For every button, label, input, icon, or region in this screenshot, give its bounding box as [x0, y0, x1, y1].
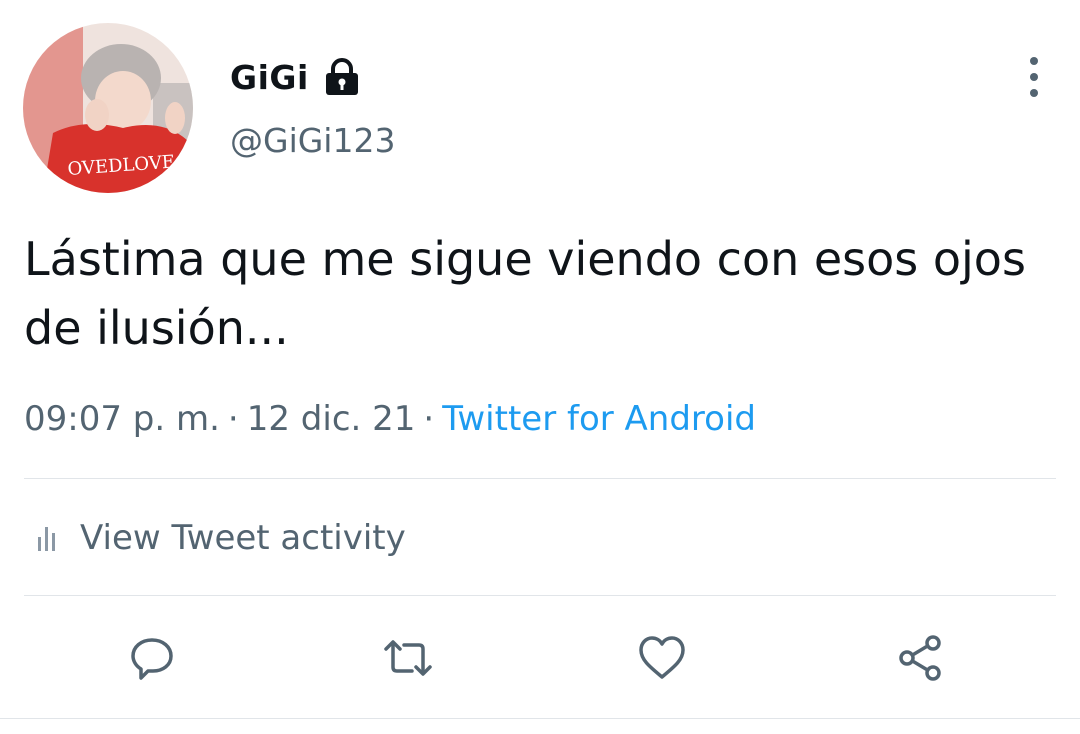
- tweet-time[interactable]: 09:07 p. m.: [24, 399, 220, 439]
- retweet-button[interactable]: [380, 630, 436, 686]
- view-tweet-activity-label: View Tweet activity: [80, 518, 406, 558]
- tweet-text: Lástima que me sigue viendo con esos ojo…: [24, 232, 1026, 355]
- reply-button[interactable]: [124, 630, 180, 686]
- reply-icon: [127, 633, 177, 683]
- author-name-row: GiGi: [230, 52, 361, 102]
- heart-icon: [636, 633, 688, 683]
- tweet-detail: OVEDLOVE GiGi @GiGi123 Lástima que me si…: [0, 0, 1080, 734]
- meta-separator: ·: [227, 399, 239, 439]
- share-icon: [894, 632, 946, 684]
- divider: [0, 718, 1080, 719]
- bar-chart-icon: [30, 521, 62, 555]
- more-options-button[interactable]: [1012, 52, 1056, 102]
- view-tweet-activity-button[interactable]: View Tweet activity: [30, 510, 406, 566]
- dot-icon: [1030, 89, 1038, 97]
- dot-icon: [1030, 57, 1038, 65]
- retweet-icon: [380, 633, 436, 683]
- divider: [24, 595, 1056, 596]
- meta-separator: ·: [423, 399, 435, 439]
- dot-icon: [1030, 73, 1038, 81]
- avatar-image: OVEDLOVE: [23, 23, 193, 193]
- share-button[interactable]: [892, 630, 948, 686]
- tweet-date[interactable]: 12 dic. 21: [247, 399, 416, 439]
- display-name[interactable]: GiGi: [230, 58, 309, 97]
- author-handle[interactable]: @GiGi123: [230, 121, 395, 160]
- tweet-source-link[interactable]: Twitter for Android: [442, 399, 756, 439]
- tweet-meta: 09:07 p. m. · 12 dic. 21 · Twitter for A…: [24, 393, 756, 445]
- like-button[interactable]: [634, 630, 690, 686]
- lock-icon: [323, 57, 361, 97]
- avatar[interactable]: OVEDLOVE: [23, 23, 193, 193]
- divider: [24, 478, 1056, 479]
